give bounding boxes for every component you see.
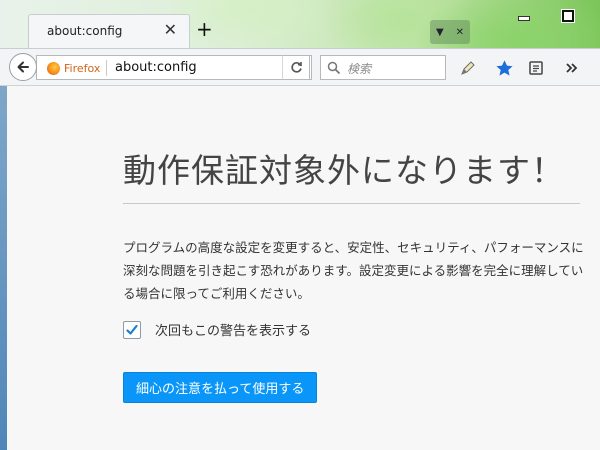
url-bar[interactable]: Firefox about:config	[36, 55, 312, 80]
page-content: 動作保証対象外になります！ プログラムの高度な設定を変更すると、安定性、セキュリ…	[7, 86, 600, 450]
new-tab-icon[interactable]: +	[196, 17, 213, 41]
title-divider	[123, 203, 580, 204]
overflow-chevron-icon[interactable]	[562, 58, 582, 78]
search-bar[interactable]: 検索	[320, 55, 446, 80]
reload-button[interactable]	[282, 55, 310, 80]
close-icon: ✕	[455, 26, 465, 38]
navigation-toolbar: Firefox about:config 検索	[0, 48, 600, 86]
checkmark-icon	[126, 324, 138, 335]
back-arrow-icon	[17, 61, 29, 73]
identity-label: Firefox	[64, 61, 101, 75]
chevron-down-icon: ▼	[435, 26, 444, 38]
firefox-logo-icon	[47, 61, 60, 75]
back-button[interactable]	[9, 53, 37, 81]
show-warning-checkbox-row[interactable]: 次回もこの警告を表示する	[123, 320, 311, 339]
accept-risk-button[interactable]: 細心の注意を払って使用する	[123, 372, 318, 403]
list-all-tabs-button[interactable]: ▼ ✕	[430, 20, 470, 44]
tab-title: about:config	[47, 24, 123, 38]
search-input[interactable]: 検索	[347, 60, 371, 77]
close-icon[interactable]: ✕	[164, 20, 177, 39]
page-title: 動作保証対象外になります！	[123, 151, 565, 190]
tab-about-config[interactable]: about:config ✕	[28, 14, 190, 48]
checkbox-label[interactable]: 次回もこの警告を表示する	[155, 320, 311, 339]
bookmark-star-icon[interactable]	[494, 58, 514, 78]
reload-icon	[290, 62, 302, 73]
show-warning-checkbox[interactable]	[123, 320, 141, 339]
identity-box[interactable]: Firefox	[47, 60, 108, 76]
warning-text: プログラムの高度な設定を変更すると、安定性、セキュリティ、パフォーマンスに深刻な…	[123, 240, 584, 301]
desktop-edge	[0, 86, 7, 450]
minimize-icon[interactable]	[516, 8, 532, 24]
window-controls	[516, 8, 576, 24]
reading-list-icon[interactable]	[526, 58, 546, 78]
search-icon	[327, 61, 341, 75]
maximize-icon[interactable]	[560, 8, 576, 24]
pencil-icon[interactable]	[458, 58, 478, 78]
url-input[interactable]: about:config	[115, 60, 197, 75]
